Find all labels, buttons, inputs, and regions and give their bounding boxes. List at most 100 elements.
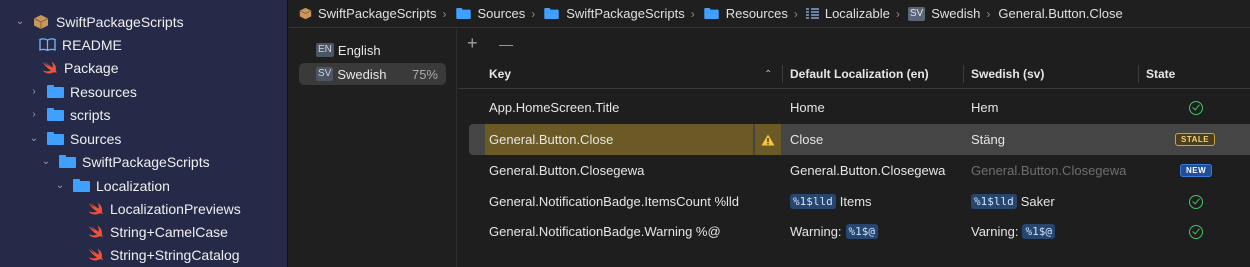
book-icon	[38, 37, 56, 53]
language-item-english[interactable]: EN English	[299, 39, 446, 61]
table-row-selected[interactable]: General.Button.Close Close Stäng STALE	[469, 124, 1250, 155]
column-header-default-localization[interactable]: Default Localization (en)	[790, 59, 929, 89]
default-localization-cell: %1$lld Items	[790, 186, 872, 217]
column-header-swedish[interactable]: Swedish (sv)	[971, 59, 1044, 89]
column-divider[interactable]	[963, 65, 964, 83]
new-badge: NEW	[1180, 164, 1213, 177]
chevron-down-icon[interactable]: ⌄	[28, 133, 40, 144]
format-specifier-token: %1$lld	[790, 194, 836, 209]
nav-item-label: Resources	[70, 83, 137, 100]
nav-item-package[interactable]: Package	[40, 56, 118, 79]
state-cell	[1189, 216, 1203, 247]
chevron-right-icon: ›	[442, 6, 447, 21]
key-cell: General.NotificationBadge.Warning %@	[489, 224, 721, 239]
nav-item-localization[interactable]: ⌄ Localization	[54, 174, 170, 197]
swift-file-icon	[40, 60, 58, 76]
chevron-right-icon: ›	[690, 6, 695, 21]
breadcrumb-item[interactable]: SwiftPackageScripts ›	[543, 6, 703, 21]
nav-item-label: Sources	[70, 130, 122, 147]
nav-item-string-camelcase[interactable]: String+CamelCase	[86, 220, 228, 243]
nav-item-label: Package	[64, 59, 119, 76]
editor-toolbar: + —	[458, 29, 1250, 59]
table-row[interactable]: General.Button.Closegewa General.Button.…	[469, 155, 1250, 186]
translation-cell[interactable]: Hem	[971, 92, 998, 123]
language-progress: 75%	[411, 66, 438, 82]
column-divider[interactable]	[1138, 65, 1139, 83]
breadcrumb-label: Localizable	[824, 6, 890, 21]
key-cell: General.Button.Close	[489, 132, 614, 147]
language-code-badge: SV	[316, 67, 334, 81]
checkmark-circle-icon	[1189, 224, 1203, 239]
state-cell: STALE	[1175, 124, 1216, 155]
state-cell: NEW	[1180, 155, 1213, 186]
folder-icon	[46, 131, 64, 147]
nav-item-string-stringcatalog[interactable]: String+StringCatalog	[86, 243, 240, 266]
nav-item-label: README	[62, 36, 122, 53]
format-specifier-token: %1$@	[1022, 224, 1055, 239]
chevron-right-icon: ›	[793, 6, 798, 21]
key-cell: General.NotificationBadge.ItemsCount %ll…	[489, 194, 740, 209]
breadcrumb-item[interactable]: SV Swedish ›	[907, 6, 998, 21]
nav-item-resources[interactable]: › Resources	[28, 80, 137, 103]
table-row[interactable]: General.NotificationBadge.ItemsCount %ll…	[469, 186, 1250, 217]
table-row[interactable]: General.NotificationBadge.Warning %@ War…	[469, 216, 1250, 247]
breadcrumb-item[interactable]: SwiftPackageScripts ›	[299, 6, 455, 21]
nav-item-scripts[interactable]: › scripts	[28, 103, 110, 126]
breadcrumb-label: SwiftPackageScripts	[566, 6, 685, 21]
sort-ascending-icon[interactable]: ⌃	[764, 59, 772, 89]
add-button[interactable]: +	[467, 34, 478, 52]
nav-item-label: String+StringCatalog	[110, 246, 240, 263]
chevron-down-icon[interactable]: ⌄	[54, 180, 66, 191]
breadcrumb-item[interactable]: General.Button.Close	[998, 6, 1122, 21]
language-icon: SV	[907, 6, 926, 21]
checkmark-circle-icon	[1189, 194, 1203, 209]
translation-cell[interactable]: %1$lld Saker	[971, 186, 1055, 217]
swift-file-icon	[86, 247, 104, 263]
package-icon	[32, 14, 50, 30]
nav-item-label: scripts	[70, 106, 111, 123]
breadcrumb-item[interactable]: Localizable ›	[805, 6, 908, 21]
column-header-state[interactable]: State	[1146, 59, 1175, 89]
swift-file-icon	[86, 224, 104, 240]
chevron-right-icon[interactable]: ›	[28, 109, 40, 120]
default-localization-cell: Home	[790, 100, 825, 115]
nav-item-swiftpackagescripts-folder[interactable]: ⌄ SwiftPackageScripts	[40, 150, 210, 173]
remove-button[interactable]: —	[499, 35, 513, 53]
default-localization-cell: Close	[790, 132, 824, 147]
folder-icon	[46, 84, 64, 100]
warning-icon[interactable]	[755, 124, 781, 155]
column-divider[interactable]	[782, 65, 783, 83]
chevron-right-icon: ›	[531, 6, 536, 21]
table-row[interactable]: App.HomeScreen.Title Home Hem	[469, 92, 1250, 123]
nav-item-label: Localization	[96, 177, 170, 194]
table-header: Key ⌃ Default Localization (en) Swedish …	[458, 59, 1250, 89]
default-localization-cell: General.Button.Closegewa	[790, 163, 946, 178]
breadcrumb-item[interactable]: Sources ›	[455, 6, 544, 21]
string-catalog-icon	[805, 8, 819, 19]
format-specifier-token: %1$@	[845, 224, 879, 239]
breadcrumb-label: Resources	[725, 6, 788, 21]
stale-badge: STALE	[1175, 133, 1216, 146]
nav-item-sources[interactable]: ⌄ Sources	[28, 127, 122, 150]
nav-item-root-package[interactable]: ⌄ SwiftPackageScripts	[14, 10, 184, 33]
chevron-right-icon[interactable]: ›	[28, 86, 40, 97]
translation-placeholder-cell[interactable]: General.Button.Closegewa	[971, 155, 1126, 186]
folder-icon	[58, 154, 76, 170]
nav-item-label: String+CamelCase	[110, 223, 228, 240]
key-cell: General.Button.Closegewa	[489, 163, 645, 178]
language-name: Swedish	[337, 66, 387, 82]
nav-item-readme[interactable]: README	[38, 33, 122, 56]
breadcrumb-item[interactable]: Resources ›	[703, 6, 806, 21]
breadcrumb-label: SwiftPackageScripts	[318, 6, 437, 21]
column-header-key[interactable]: Key	[489, 59, 779, 89]
nav-item-label: LocalizationPreviews	[110, 200, 241, 217]
language-item-swedish[interactable]: SV Swedish 75%	[299, 63, 446, 85]
chevron-down-icon[interactable]: ⌄	[14, 16, 26, 27]
nav-item-localizationpreviews[interactable]: LocalizationPreviews	[86, 197, 241, 220]
nav-item-label: SwiftPackageScripts	[56, 13, 184, 30]
translation-cell[interactable]: Stäng	[971, 124, 1005, 155]
chevron-down-icon[interactable]: ⌄	[40, 156, 52, 167]
chevron-right-icon: ›	[895, 6, 900, 21]
folder-icon	[703, 7, 720, 20]
translation-cell[interactable]: Varning: %1$@	[971, 216, 1055, 247]
